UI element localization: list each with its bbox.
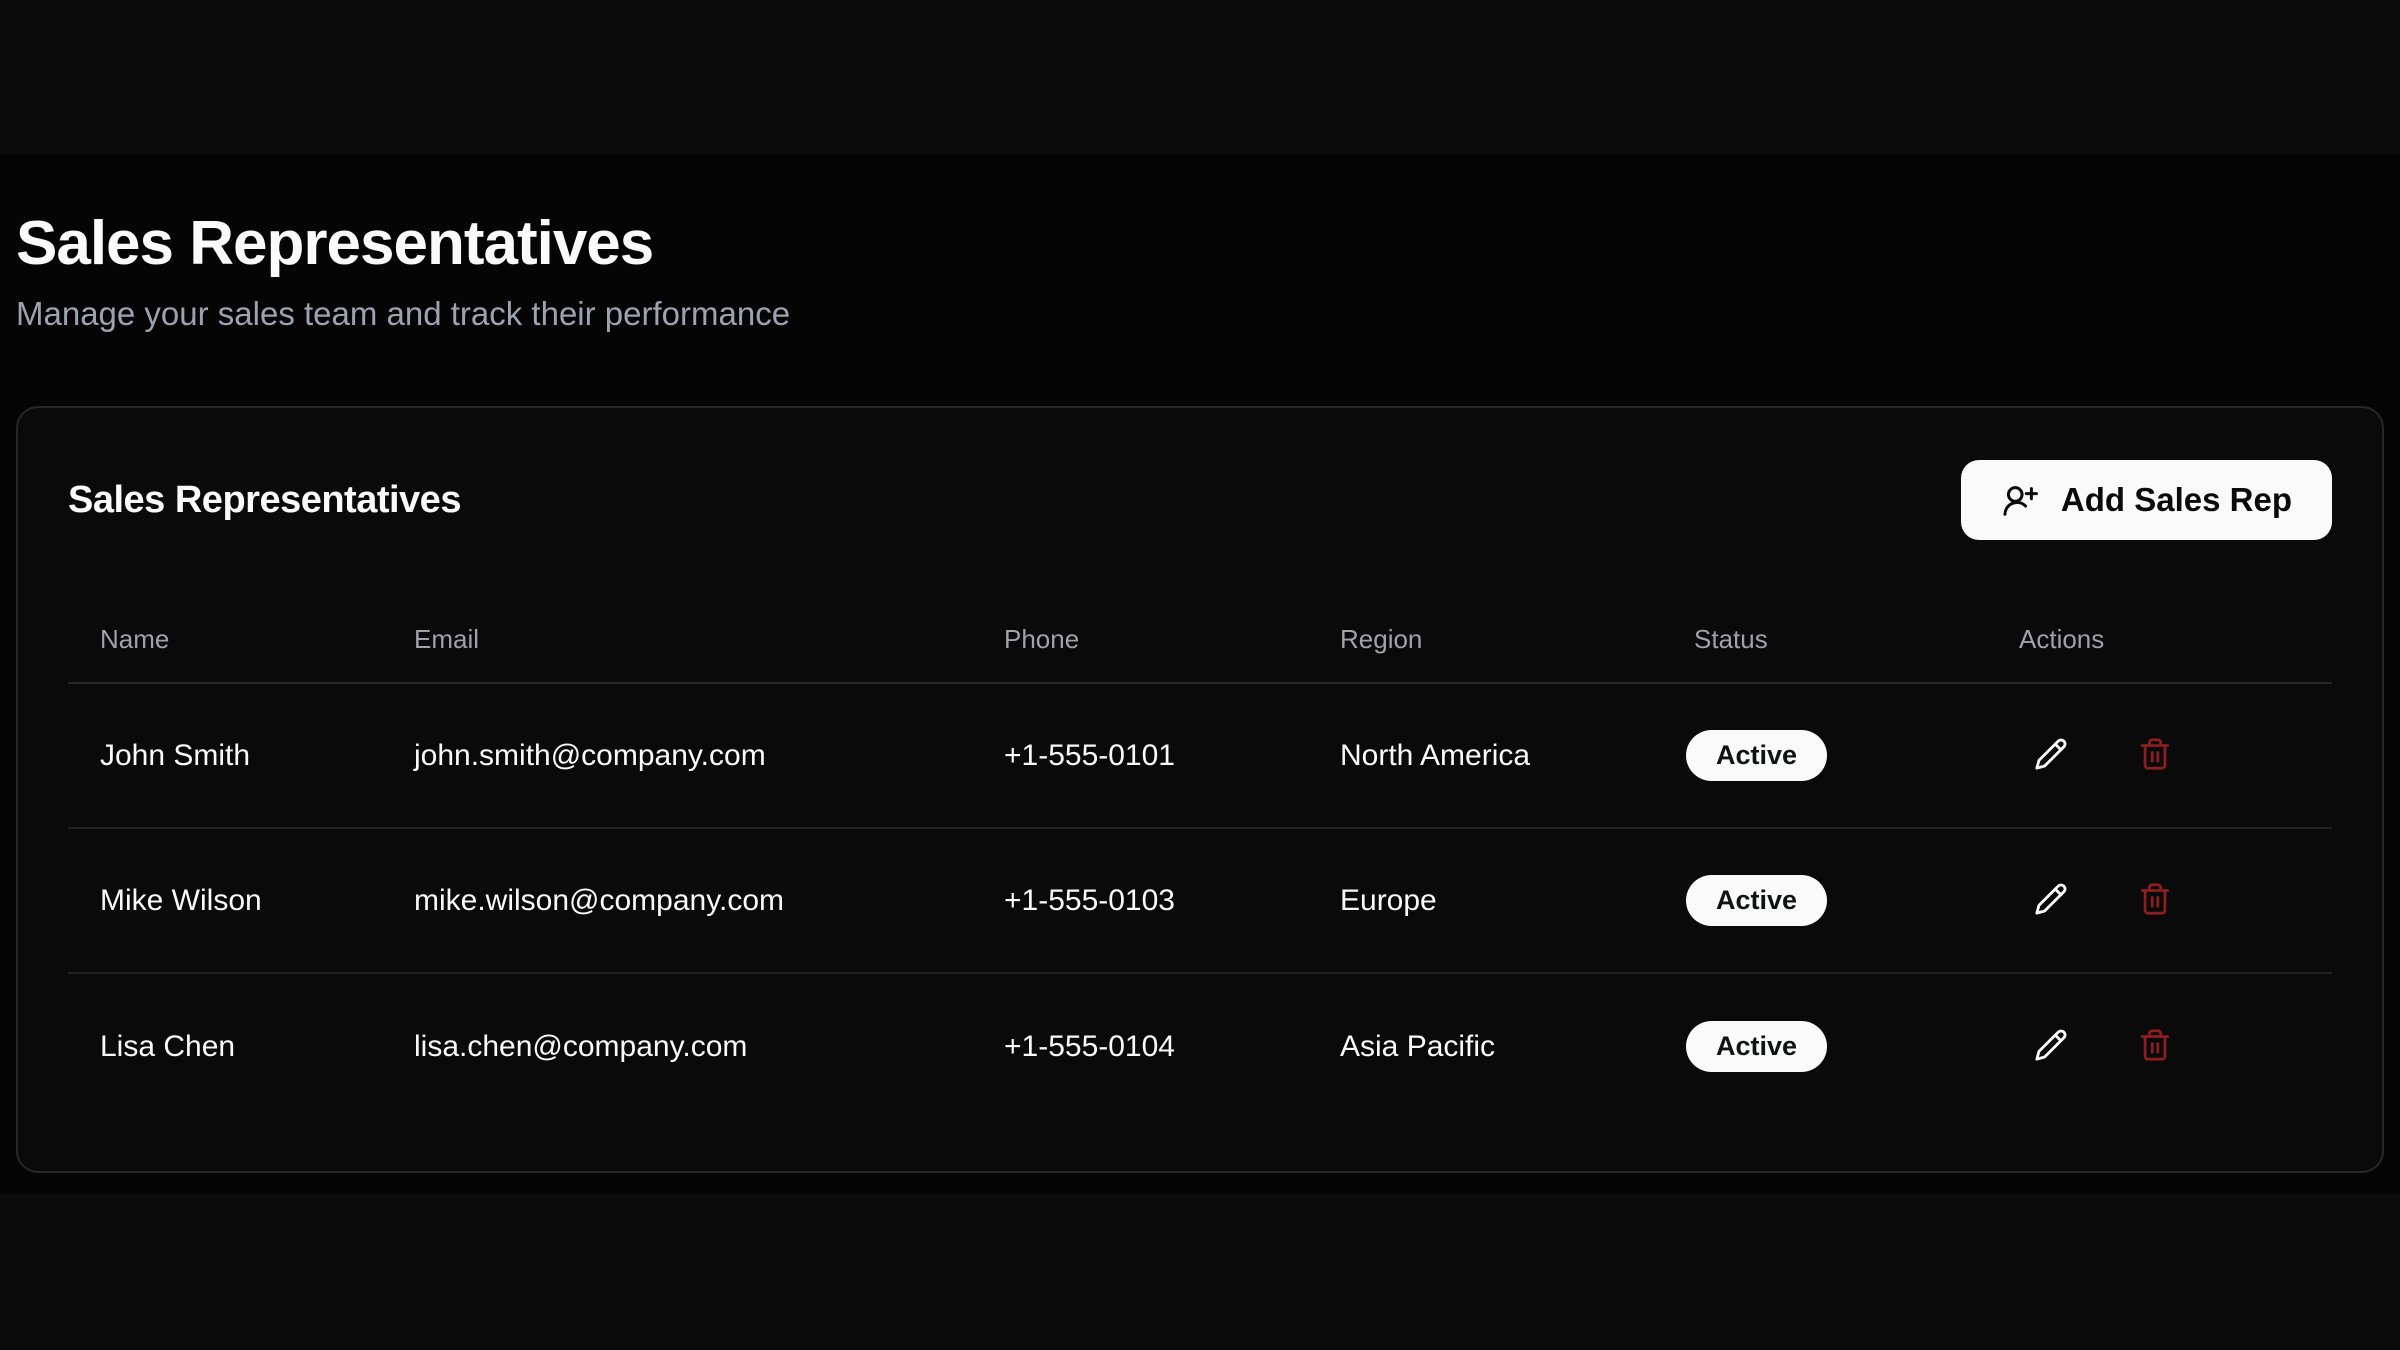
pencil-icon <box>2034 882 2068 919</box>
table-row: John Smith john.smith@company.com +1-555… <box>68 684 2332 829</box>
sales-reps-table: Name Email Phone Region Status Actions J… <box>68 596 2332 1119</box>
edit-button[interactable] <box>2019 1015 2083 1079</box>
phone-cell: +1-555-0103 <box>972 884 1308 918</box>
pencil-icon <box>2034 737 2068 774</box>
delete-button[interactable] <box>2123 869 2187 933</box>
table-header-row: Name Email Phone Region Status Actions <box>68 596 2332 684</box>
sales-reps-card: Sales Representatives Add Sales Rep Name… <box>16 406 2384 1173</box>
name-cell: Mike Wilson <box>68 884 382 918</box>
trash-icon <box>2138 882 2172 919</box>
page-subtitle: Manage your sales team and track their p… <box>16 293 2384 336</box>
column-header-email: Email <box>382 624 972 655</box>
status-cell: Active <box>1662 875 1987 926</box>
region-cell: Asia Pacific <box>1308 1030 1662 1064</box>
card-title: Sales Representatives <box>68 479 461 522</box>
phone-cell: +1-555-0104 <box>972 1030 1308 1064</box>
column-header-phone: Phone <box>972 624 1308 655</box>
name-cell: John Smith <box>68 739 382 773</box>
table-row: Lisa Chen lisa.chen@company.com +1-555-0… <box>68 974 2332 1119</box>
name-cell: Lisa Chen <box>68 1030 382 1064</box>
region-cell: Europe <box>1308 884 1662 918</box>
main-content: Sales Representatives Manage your sales … <box>0 155 2400 1193</box>
user-plus-icon <box>2001 481 2039 519</box>
add-button-label: Add Sales Rep <box>2061 481 2292 519</box>
column-header-actions: Actions <box>1987 624 2332 655</box>
edit-button[interactable] <box>2019 724 2083 788</box>
delete-button[interactable] <box>2123 724 2187 788</box>
page-title: Sales Representatives <box>16 207 2384 281</box>
card-header: Sales Representatives Add Sales Rep <box>68 460 2332 540</box>
status-cell: Active <box>1662 1021 1987 1072</box>
column-header-region: Region <box>1308 624 1662 655</box>
edit-button[interactable] <box>2019 869 2083 933</box>
trash-icon <box>2138 1028 2172 1065</box>
actions-cell <box>1987 869 2332 933</box>
actions-cell <box>1987 724 2332 788</box>
actions-cell <box>1987 1015 2332 1079</box>
email-cell: mike.wilson@company.com <box>382 884 972 918</box>
table-row: Mike Wilson mike.wilson@company.com +1-5… <box>68 829 2332 974</box>
status-cell: Active <box>1662 730 1987 781</box>
email-cell: lisa.chen@company.com <box>382 1030 972 1064</box>
top-bar <box>0 0 2400 155</box>
pencil-icon <box>2034 1028 2068 1065</box>
add-sales-rep-button[interactable]: Add Sales Rep <box>1961 460 2332 540</box>
delete-button[interactable] <box>2123 1015 2187 1079</box>
column-header-name: Name <box>68 624 382 655</box>
status-badge: Active <box>1686 730 1827 781</box>
region-cell: North America <box>1308 739 1662 773</box>
column-header-status: Status <box>1662 624 1987 655</box>
email-cell: john.smith@company.com <box>382 739 972 773</box>
trash-icon <box>2138 737 2172 774</box>
status-badge: Active <box>1686 875 1827 926</box>
phone-cell: +1-555-0101 <box>972 739 1308 773</box>
status-badge: Active <box>1686 1021 1827 1072</box>
